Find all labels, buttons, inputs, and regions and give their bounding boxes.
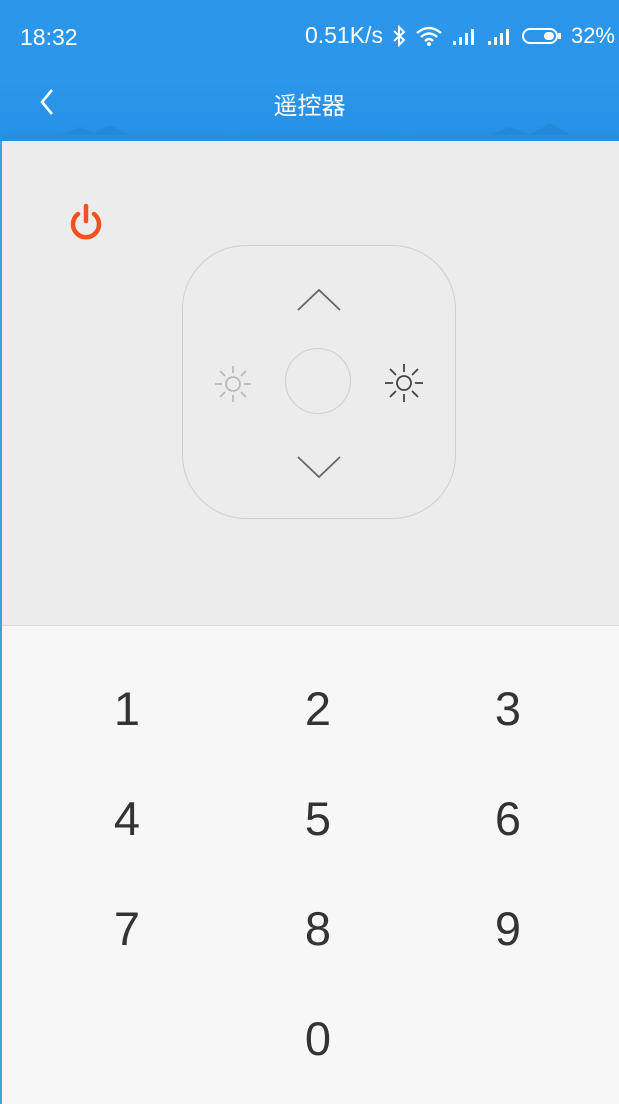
page-title: 遥控器 xyxy=(273,92,346,120)
key-7[interactable]: 7 xyxy=(57,884,197,974)
chevron-down-icon xyxy=(297,456,341,479)
key-8[interactable]: 8 xyxy=(248,884,388,974)
status-time: 18:32 xyxy=(20,24,78,50)
direction-pad xyxy=(182,245,456,519)
key-2[interactable]: 2 xyxy=(248,664,388,754)
app-bar: 遥控器 xyxy=(0,78,619,141)
chevron-up-icon xyxy=(297,288,341,311)
network-speed: 0.51K/s xyxy=(304,22,383,48)
sun-bright-icon xyxy=(385,364,423,402)
signal-icon xyxy=(487,26,513,46)
key-9[interactable]: 9 xyxy=(438,884,578,974)
ok-button[interactable] xyxy=(285,348,351,414)
brightness-up-button[interactable] xyxy=(383,362,425,404)
power-button[interactable] xyxy=(65,202,107,244)
key-4[interactable]: 4 xyxy=(57,774,197,864)
battery-percent: 32% xyxy=(570,22,615,48)
down-button[interactable] xyxy=(294,451,344,481)
key-3[interactable]: 3 xyxy=(438,664,578,754)
status-bar: 18:32 0.51K/s 32% xyxy=(0,0,619,78)
power-icon xyxy=(70,203,102,240)
signal-icon xyxy=(452,26,478,46)
brightness-down-button[interactable] xyxy=(213,364,253,404)
remote-control-area xyxy=(2,141,619,626)
status-indicators: 0.51K/s 32% xyxy=(305,22,615,49)
key-5[interactable]: 5 xyxy=(248,774,388,864)
up-button[interactable] xyxy=(294,286,344,316)
battery-icon xyxy=(521,26,562,46)
wifi-icon xyxy=(415,25,443,47)
key-6[interactable]: 6 xyxy=(438,774,578,864)
key-0[interactable]: 0 xyxy=(248,994,388,1084)
sun-dim-icon xyxy=(215,366,251,402)
number-keypad: 1 2 3 4 5 6 7 8 9 0 xyxy=(2,626,619,1104)
bluetooth-icon xyxy=(392,24,406,47)
key-1[interactable]: 1 xyxy=(57,664,197,754)
